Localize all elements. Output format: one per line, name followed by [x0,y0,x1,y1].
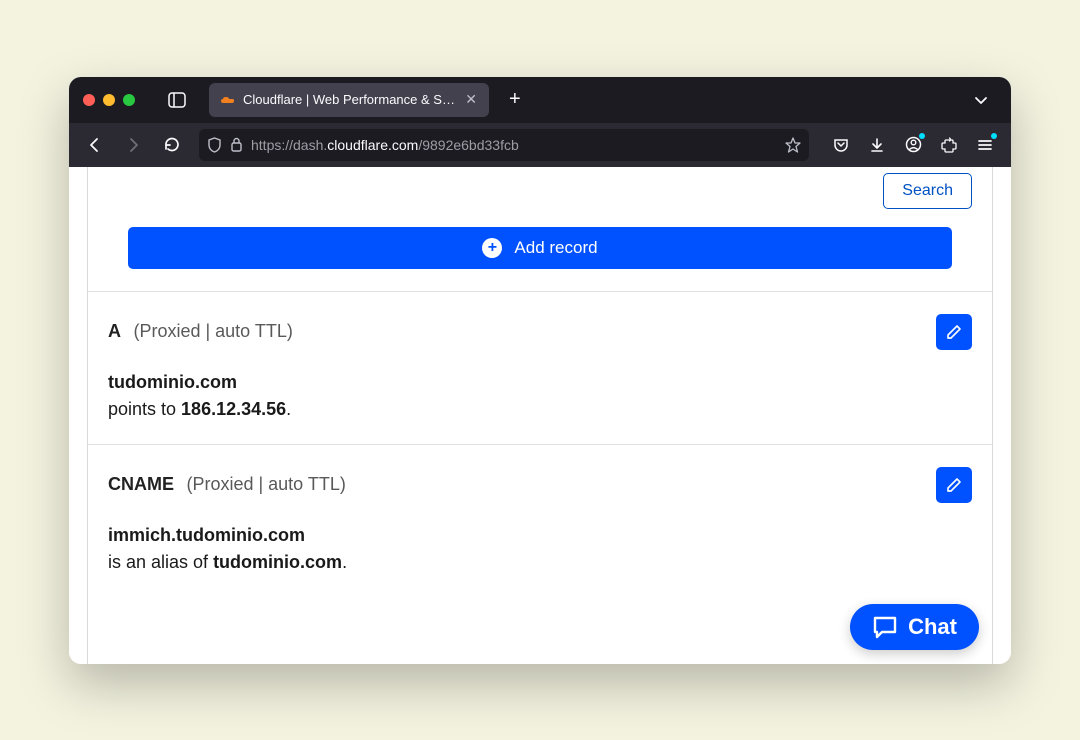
browser-tab[interactable]: Cloudflare | Web Performance & Security … [209,83,489,117]
sidebar-toggle-icon[interactable] [163,86,191,114]
maximize-window-button[interactable] [123,94,135,106]
chat-button[interactable]: Chat [850,604,979,650]
lock-icon[interactable] [230,137,243,152]
record-name: immich.tudominio.com [108,525,972,546]
record-meta: (Proxied | auto TTL) [133,321,292,341]
tabs-dropdown-icon[interactable] [965,92,997,108]
toolbar: https://dash.cloudflare.com/9892e6bd33fc… [69,123,1011,167]
titlebar: Cloudflare | Web Performance & Security … [69,77,1011,123]
forward-button[interactable] [117,129,149,161]
shield-icon[interactable] [207,137,222,153]
record-description: is an alias of tudominio.com. [108,552,972,573]
chat-icon [872,615,898,639]
record-type: A [108,321,121,341]
record-type: CNAME [108,474,174,494]
url-text: https://dash.cloudflare.com/9892e6bd33fc… [251,137,769,153]
minimize-window-button[interactable] [103,94,115,106]
dns-record: CNAME (Proxied | auto TTL) immich.tudomi… [88,444,992,597]
reload-button[interactable] [155,129,187,161]
plus-circle-icon: + [482,238,502,258]
traffic-lights [83,94,135,106]
menu-icon[interactable] [969,129,1001,161]
downloads-icon[interactable] [861,129,893,161]
close-window-button[interactable] [83,94,95,106]
record-name: tudominio.com [108,372,972,393]
add-record-label: Add record [514,238,597,258]
page-content: Search + Add record A (Proxied | auto TT… [69,167,1011,664]
tab-title: Cloudflare | Web Performance & Security [243,92,455,107]
search-button[interactable]: Search [883,173,972,209]
edit-record-button[interactable] [936,314,972,350]
dns-record: A (Proxied | auto TTL) tudominio.com poi… [88,291,992,444]
cloudflare-favicon-icon [219,92,235,108]
browser-window: Cloudflare | Web Performance & Security … [69,77,1011,664]
bookmark-star-icon[interactable] [785,137,801,153]
back-button[interactable] [79,129,111,161]
edit-record-button[interactable] [936,467,972,503]
extensions-icon[interactable] [933,129,965,161]
record-description: points to 186.12.34.56. [108,399,972,420]
url-bar[interactable]: https://dash.cloudflare.com/9892e6bd33fc… [199,129,809,161]
chat-label: Chat [908,614,957,640]
record-meta: (Proxied | auto TTL) [186,474,345,494]
account-icon[interactable] [897,129,929,161]
close-tab-icon[interactable]: ✕ [463,91,479,108]
add-record-button[interactable]: + Add record [128,227,952,269]
pocket-icon[interactable] [825,129,857,161]
new-tab-button[interactable]: + [497,88,533,111]
